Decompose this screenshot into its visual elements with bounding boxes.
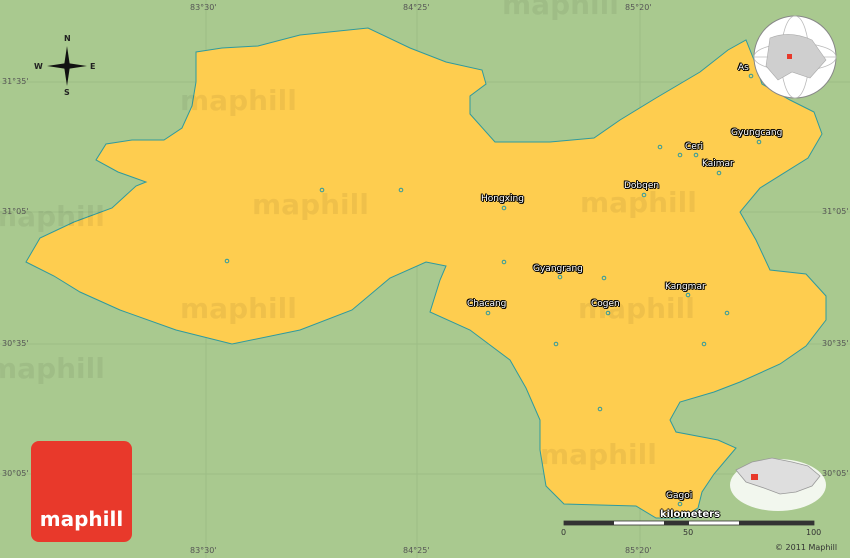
scale-bar [563,520,815,526]
marker-extra [224,258,230,264]
marker-extra [501,259,507,265]
marker-extra [601,275,607,281]
lat-label-left: 30°05' [2,469,29,478]
compass-east-label: E [90,62,96,71]
place-label-kangmar: Kangmar [665,282,706,292]
marker-extra [553,341,559,347]
compass-west-label: W [34,62,43,71]
maphill-logo-text: maphill [39,507,124,531]
marker-chacang [485,310,491,316]
marker-extra [657,144,663,150]
lat-label-left: 31°05' [2,207,29,216]
marker-gyungcang [756,139,762,145]
watermark: maphill [252,188,369,221]
lat-label-right: 30°05' [822,469,849,478]
scale-segment [664,521,689,525]
scale-segment [739,521,814,525]
scale-tick-label: 100 [806,528,822,537]
place-label-gyungcang: Gyungcang [731,128,783,138]
scale-unit-label: kilometers [660,509,721,520]
lat-label-right: 31°05' [822,207,849,216]
place-label-gagoi: Gagoi [666,491,693,501]
lon-label-bottom: 84°25' [403,546,430,555]
lat-label-left: 31°35' [2,77,29,86]
marker-gagoi [677,501,683,507]
marker-extra [677,152,683,158]
lon-label-top: 84°25' [403,3,430,12]
map-canvas: maphill maphill maphill maphill maphill … [0,0,850,558]
place-label-dobqen: Dobqen [624,181,660,191]
scale-tick-label: 50 [683,528,694,537]
watermark: maphill [540,438,657,471]
compass-needle-east [67,63,87,69]
lon-label-bottom: 83°30' [190,546,217,555]
marker-ceri [693,152,699,158]
marker-kaimar [716,170,722,176]
marker-extra [701,341,707,347]
place-label-ceri: Ceri [685,142,704,152]
compass-north-label: N [64,34,71,43]
region-shape [25,27,827,519]
globe-location-marker [787,54,792,59]
country-inset [730,457,826,511]
place-label-chacang: Chacang [467,299,507,309]
watermark: maphill [180,292,297,325]
watermark: maphill [502,0,619,21]
watermark: maphill [0,352,105,385]
marker-extra [724,310,730,316]
place-label-gyangrang: Gyangrang [533,264,583,274]
lon-label-top: 83°30' [190,3,217,12]
place-label-kaimar: Kaimar [702,159,734,169]
marker-extra [597,406,603,412]
compass-needle-west [47,63,67,69]
watermark: maphill [180,84,297,117]
lon-label-bottom: 85°20' [625,546,652,555]
lon-label-top: 85°20' [625,3,652,12]
marker-as [748,73,754,79]
scale-segment [564,521,614,525]
place-label-cogen: Cogen [591,299,620,309]
watermark: maphill [0,200,105,233]
scale-tick-label: 0 [561,528,567,537]
marker-extra [398,187,404,193]
globe-inset [753,15,837,99]
compass-south-label: S [64,88,70,97]
place-label-as: As [738,63,749,73]
copyright-text: © 2011 Maphill [775,543,838,552]
place-label-hongxing: Hongxing [481,194,524,204]
lat-label-right: 30°35' [822,339,849,348]
lat-label-left: 30°35' [2,339,29,348]
maphill-logo[interactable]: maphill [31,441,132,542]
country-inset-marker [751,474,758,480]
compass-rose [47,46,87,86]
marker-gyangrang [557,274,563,280]
marker-hongxing [501,205,507,211]
